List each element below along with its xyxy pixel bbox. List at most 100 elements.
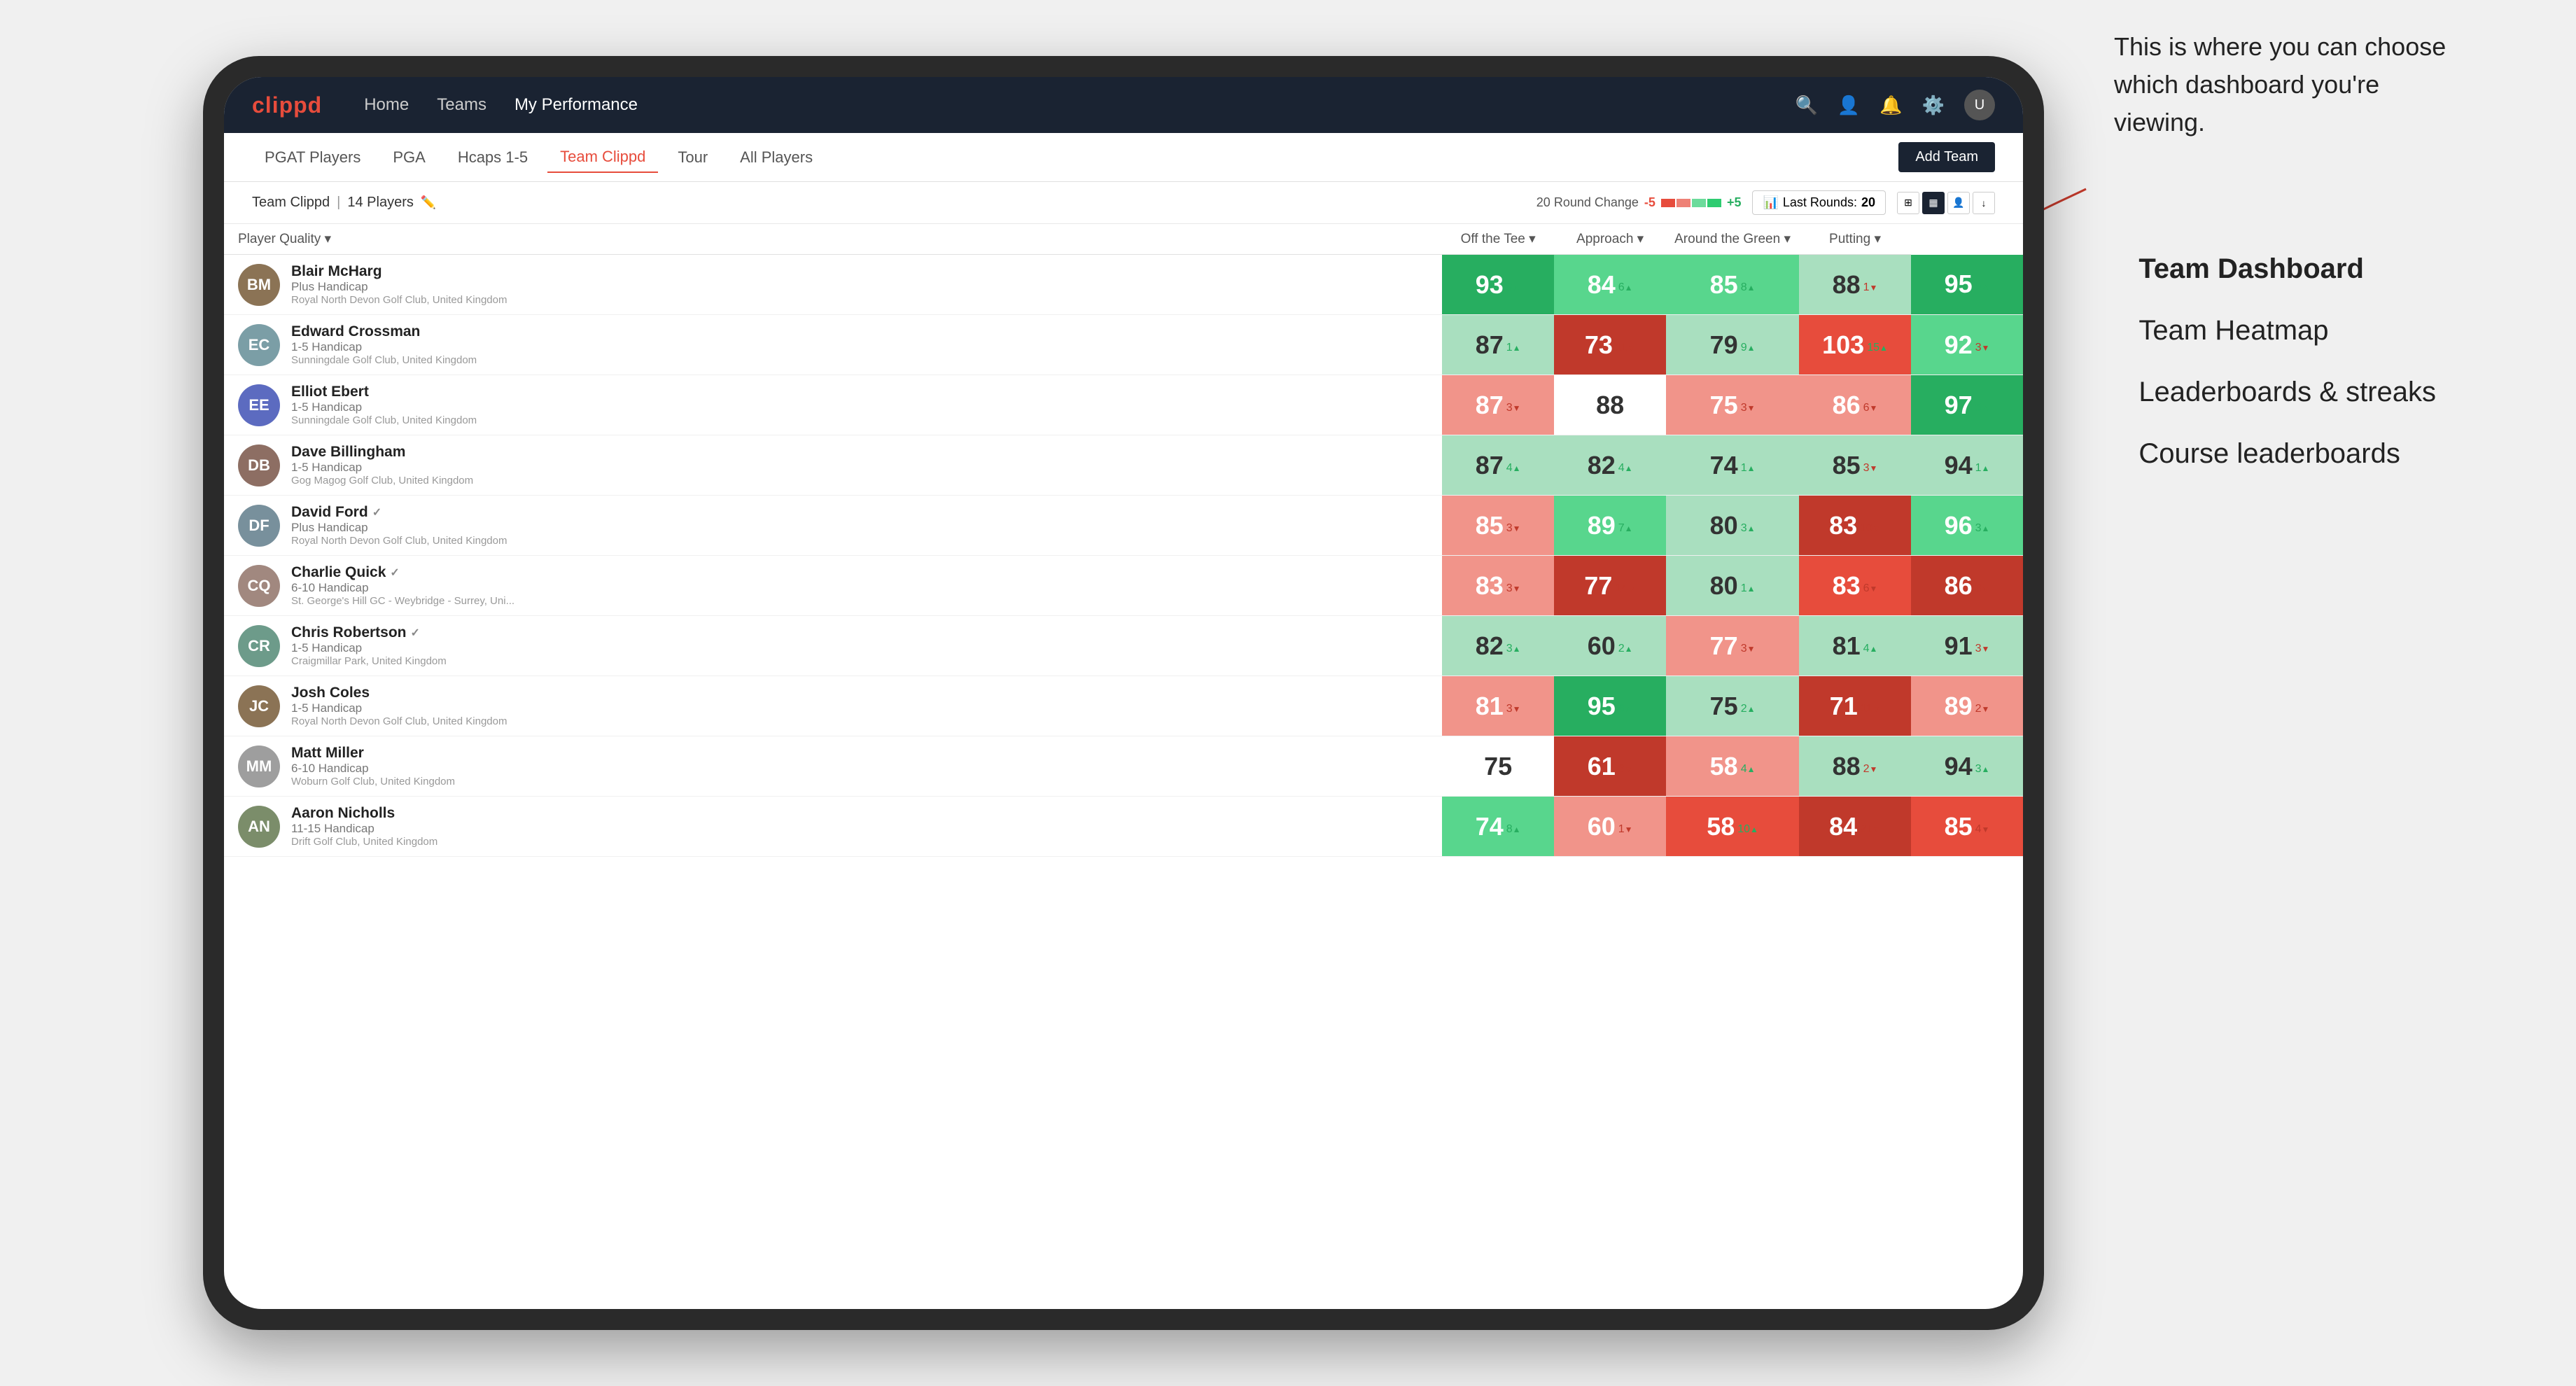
score-value: 89 xyxy=(1588,511,1616,540)
score-cell: 943 xyxy=(1911,736,2023,797)
view-person-button[interactable]: 👤 xyxy=(1947,192,1970,214)
score-cell: 75 xyxy=(1442,736,1554,797)
search-icon[interactable]: 🔍 xyxy=(1795,94,1818,116)
score-cell: 814 xyxy=(1799,616,1911,676)
annotation-text: This is where you can choose which dashb… xyxy=(2114,28,2450,141)
score-value: 83 xyxy=(1829,511,1857,540)
table-row[interactable]: MMMatt Miller6-10 HandicapWoburn Golf Cl… xyxy=(224,736,2023,797)
view-heatmap-button[interactable]: ▦ xyxy=(1922,192,1945,214)
score-value: 92 xyxy=(1945,330,1973,360)
table-row[interactable]: ANAaron Nicholls11-15 HandicapDrift Golf… xyxy=(224,797,2023,857)
score-change: 8 xyxy=(1741,281,1756,294)
score-change: 3 xyxy=(1975,522,1990,535)
score-change: 1 xyxy=(1618,823,1633,836)
subnav-pga[interactable]: PGA xyxy=(380,143,438,172)
table-row[interactable]: DBDave Billingham1-5 HandicapGog Magog G… xyxy=(224,435,2023,496)
view-grid-button[interactable]: ⊞ xyxy=(1897,192,1919,214)
player-cell: ANAaron Nicholls11-15 HandicapDrift Golf… xyxy=(224,797,1442,856)
table-row[interactable]: EEElliot Ebert1-5 HandicapSunningdale Go… xyxy=(224,375,2023,435)
score-change: 2 xyxy=(1863,763,1878,776)
view-download-button[interactable]: ↓ xyxy=(1973,192,1995,214)
player-name: Dave Billingham xyxy=(291,444,473,461)
score-cell: 897 xyxy=(1554,496,1666,556)
subnav-allplayers[interactable]: All Players xyxy=(727,143,825,172)
score-value: 96 xyxy=(1945,511,1973,540)
score-cell: 939 xyxy=(1442,255,1554,315)
settings-icon[interactable]: ⚙️ xyxy=(1922,94,1945,116)
score-value: 82 xyxy=(1588,451,1616,480)
subnav-teamclippd[interactable]: Team Clippd xyxy=(547,142,658,173)
player-handicap: 1-5 Handicap xyxy=(291,641,447,655)
score-value: 94 xyxy=(1945,451,1973,480)
col-header-player[interactable]: Player Quality ▾ xyxy=(224,224,1442,255)
nav-link-myperformance[interactable]: My Performance xyxy=(514,95,638,115)
verified-icon: ✓ xyxy=(372,505,382,519)
score-cell: 892 xyxy=(1911,676,2023,736)
score-value: 89 xyxy=(1945,692,1973,721)
score-cell: 748 xyxy=(1442,797,1554,857)
score-change: 3 xyxy=(1741,522,1756,535)
add-team-button[interactable]: Add Team xyxy=(1898,142,1995,172)
last-rounds-button[interactable]: 📊 Last Rounds: 20 xyxy=(1752,190,1886,215)
col-header-approach[interactable]: Approach ▾ xyxy=(1554,224,1666,255)
score-value: 80 xyxy=(1710,511,1738,540)
people-icon[interactable]: 👤 xyxy=(1837,94,1860,116)
subnav-pgat[interactable]: PGAT Players xyxy=(252,143,373,172)
table-row[interactable]: BMBlair McHargPlus HandicapRoyal North D… xyxy=(224,255,2023,315)
bell-icon[interactable]: 🔔 xyxy=(1879,94,1902,116)
player-avatar: CQ xyxy=(238,565,280,607)
annotation-item-2: Team Heatmap xyxy=(2138,300,2436,361)
score-change: 14 xyxy=(1615,582,1636,595)
score-change: 10 xyxy=(1860,522,1881,535)
score-change: 3 xyxy=(1506,643,1521,655)
player-avatar: JC xyxy=(238,685,280,727)
player-avatar: CR xyxy=(238,625,280,667)
score-cell: 8310 xyxy=(1799,496,1911,556)
player-handicap: 1-5 Handicap xyxy=(291,461,473,475)
table-row[interactable]: CQCharlie Quick✓6-10 HandicapSt. George'… xyxy=(224,556,2023,616)
score-cell: 881 xyxy=(1799,255,1911,315)
table-row[interactable]: DFDavid Ford✓Plus HandicapRoyal North De… xyxy=(224,496,2023,556)
table-row[interactable]: CRChris Robertson✓1-5 HandicapCraigmilla… xyxy=(224,616,2023,676)
score-cell: 7311 xyxy=(1554,315,1666,375)
score-value: 95 xyxy=(1945,270,1973,299)
player-club: St. George's Hill GC - Weybridge - Surre… xyxy=(291,595,514,607)
score-value: 86 xyxy=(1833,391,1861,420)
score-cell: 868 xyxy=(1911,556,2023,616)
player-club: Gog Magog Golf Club, United Kingdom xyxy=(291,475,473,486)
score-cell: 823 xyxy=(1442,616,1554,676)
player-club: Royal North Devon Golf Club, United King… xyxy=(291,535,507,547)
round-change: 20 Round Change -5 +5 xyxy=(1536,195,1742,210)
player-name: Chris Robertson✓ xyxy=(291,624,447,641)
score-change: 3 xyxy=(1506,402,1521,414)
avatar[interactable]: U xyxy=(1964,90,1995,120)
score-cell: 799 xyxy=(1666,315,1799,375)
nav-link-teams[interactable]: Teams xyxy=(437,95,486,115)
nav-link-home[interactable]: Home xyxy=(364,95,409,115)
score-change: 3 xyxy=(1618,763,1633,776)
score-change: 4 xyxy=(1506,462,1521,475)
player-cell: EEElliot Ebert1-5 HandicapSunningdale Go… xyxy=(224,375,1442,435)
subnav-hcaps[interactable]: Hcaps 1-5 xyxy=(445,143,540,172)
score-cell: 813 xyxy=(1442,676,1554,736)
table-row[interactable]: ECEdward Crossman1-5 HandicapSunningdale… xyxy=(224,315,2023,375)
player-name: Matt Miller xyxy=(291,745,455,762)
score-cell: 873 xyxy=(1442,375,1554,435)
player-club: Sunningdale Golf Club, United Kingdom xyxy=(291,354,477,366)
table-row[interactable]: JCJosh Coles1-5 HandicapRoyal North Devo… xyxy=(224,676,2023,736)
col-header-tee[interactable]: Off the Tee ▾ xyxy=(1442,224,1554,255)
score-value: 87 xyxy=(1476,330,1504,360)
score-value: 77 xyxy=(1710,631,1738,661)
score-cell: 601 xyxy=(1554,797,1666,857)
subnav-tour[interactable]: Tour xyxy=(665,143,720,172)
col-header-putting[interactable]: Putting ▾ xyxy=(1799,224,1911,255)
score-change: 15 xyxy=(1867,342,1888,354)
col-header-green[interactable]: Around the Green ▾ xyxy=(1666,224,1799,255)
top-nav: clippd Home Teams My Performance 🔍 👤 🔔 ⚙… xyxy=(224,77,2023,133)
player-cell: ECEdward Crossman1-5 HandicapSunningdale… xyxy=(224,315,1442,374)
player-handicap: Plus Handicap xyxy=(291,521,507,535)
edit-icon[interactable]: ✏️ xyxy=(421,195,436,210)
score-cell: 833 xyxy=(1442,556,1554,616)
nav-icons: 🔍 👤 🔔 ⚙️ U xyxy=(1795,90,1996,120)
score-value: 87 xyxy=(1476,451,1504,480)
